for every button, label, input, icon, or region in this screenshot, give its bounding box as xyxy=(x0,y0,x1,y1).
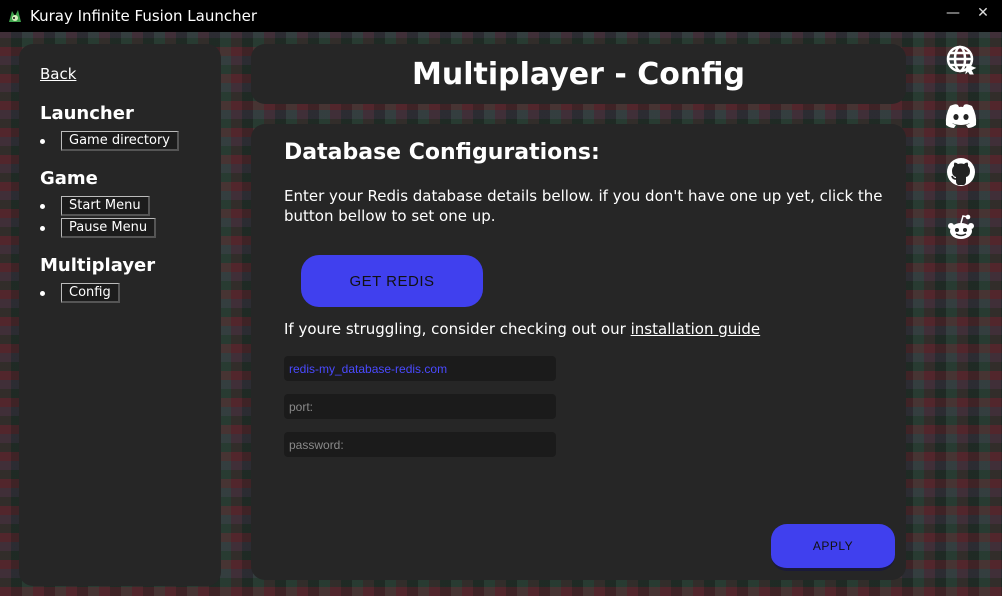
start-menu-button[interactable]: Start Menu xyxy=(61,196,150,216)
config-panel: Database Configurations: Enter your Redi… xyxy=(251,124,906,580)
sidebar-heading-game: Game xyxy=(40,168,98,189)
sidebar-heading-multiplayer: Multiplayer xyxy=(40,255,156,276)
globe-icon[interactable] xyxy=(944,43,978,77)
page-header: Multiplayer - Config xyxy=(251,44,906,104)
close-button[interactable]: ✕ xyxy=(968,0,998,26)
password-input[interactable] xyxy=(284,432,556,457)
bullet xyxy=(40,203,45,209)
reddit-icon[interactable] xyxy=(944,211,978,245)
sidebar: Back Launcher Game directory Game Start … xyxy=(19,44,221,586)
multiplayer-list: Config xyxy=(40,282,221,304)
bullet xyxy=(40,290,45,296)
bullet xyxy=(40,138,45,144)
launcher-list: Game directory xyxy=(40,130,221,152)
page-title: Multiplayer - Config xyxy=(412,56,745,92)
port-input[interactable] xyxy=(284,394,556,419)
discord-icon[interactable] xyxy=(944,99,978,133)
title-bar: Kuray Infinite Fusion Launcher — ✕ xyxy=(0,0,1002,32)
bullet xyxy=(40,225,45,231)
pause-menu-button[interactable]: Pause Menu xyxy=(61,218,157,238)
description-text: Enter your Redis database details bellow… xyxy=(284,187,883,225)
section-heading: Database Configurations: xyxy=(284,140,600,165)
app-logo-icon xyxy=(6,7,24,25)
list-item: Game directory xyxy=(40,130,221,152)
get-redis-button[interactable]: GET REDIS xyxy=(301,255,483,307)
config-button[interactable]: Config xyxy=(61,283,120,303)
apply-button[interactable]: APPLY xyxy=(771,524,895,571)
sidebar-heading-launcher: Launcher xyxy=(40,103,134,124)
installation-guide-link[interactable]: installation guide xyxy=(631,320,761,338)
game-list: Start Menu Pause Menu xyxy=(40,195,221,239)
minimize-button[interactable]: — xyxy=(938,0,968,26)
game-directory-button[interactable]: Game directory xyxy=(61,131,179,151)
help-text-prefix: If youre struggling, consider checking o… xyxy=(284,320,631,338)
list-item: Pause Menu xyxy=(40,217,221,239)
host-input[interactable] xyxy=(284,356,556,381)
help-text: If youre struggling, consider checking o… xyxy=(284,320,760,338)
list-item: Start Menu xyxy=(40,195,221,217)
back-link[interactable]: Back xyxy=(40,65,76,83)
window-title: Kuray Infinite Fusion Launcher xyxy=(30,7,257,25)
github-icon[interactable] xyxy=(944,155,978,189)
list-item: Config xyxy=(40,282,221,304)
